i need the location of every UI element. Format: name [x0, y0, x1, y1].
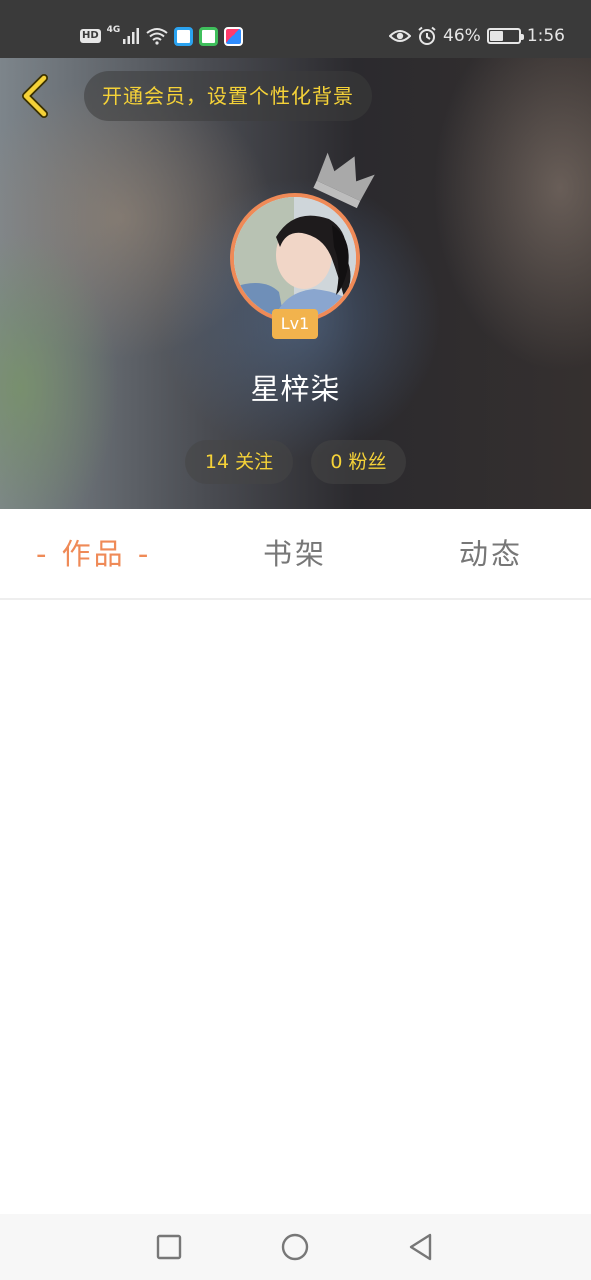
avatar-photo: [234, 197, 356, 319]
status-bar-right: 46% 1:56: [389, 24, 565, 48]
avatar-container[interactable]: [230, 193, 360, 323]
app-notification-icon: [224, 26, 244, 46]
wifi-icon: [146, 28, 168, 45]
following-count-button[interactable]: 14 关注: [185, 440, 293, 484]
back-button[interactable]: [14, 72, 58, 122]
home-icon: [281, 1233, 309, 1261]
recent-apps-button[interactable]: [153, 1231, 185, 1263]
back-icon: [409, 1233, 432, 1261]
signal-icon: [123, 28, 140, 44]
network-type: 4G: [106, 25, 121, 35]
battery-level: [489, 31, 503, 41]
username: 星梓柒: [250, 372, 341, 406]
tab-works[interactable]: - 作品 -: [36, 509, 151, 600]
alarm-icon: [418, 26, 436, 45]
chevron-left-icon: [22, 74, 48, 118]
profile-header: 开通会员，设置个性化背景 Lv1 星梓柒 14 关注 0 粉丝: [0, 58, 591, 509]
tab-bookshelf[interactable]: 书架: [263, 509, 327, 600]
profile-tabs: - 作品 - 书架 动态: [0, 509, 591, 600]
battery-percent: 46%: [443, 26, 481, 46]
eye-icon: [389, 30, 412, 42]
hd-icon: HD: [80, 29, 101, 43]
status-bar: HD 4G 46% 1:56: [0, 0, 591, 58]
level-badge: Lv1: [272, 309, 318, 339]
battery-icon: [486, 28, 524, 44]
tab-content-area: [0, 602, 591, 1214]
fans-count-button[interactable]: 0 粉丝: [311, 440, 406, 484]
navigation-bar: [0, 1214, 591, 1280]
system-back-button[interactable]: [405, 1231, 437, 1263]
app-notification-icon: [174, 26, 194, 46]
tab-activity[interactable]: 动态: [459, 509, 523, 600]
avatar[interactable]: [230, 193, 360, 323]
clock: 1:56: [526, 26, 565, 46]
status-bar-left: HD 4G: [80, 24, 244, 48]
recent-apps-icon: [156, 1234, 182, 1260]
vip-background-prompt[interactable]: 开通会员，设置个性化背景: [84, 71, 372, 121]
home-button[interactable]: [279, 1231, 311, 1263]
app-notification-icon: [199, 26, 219, 46]
